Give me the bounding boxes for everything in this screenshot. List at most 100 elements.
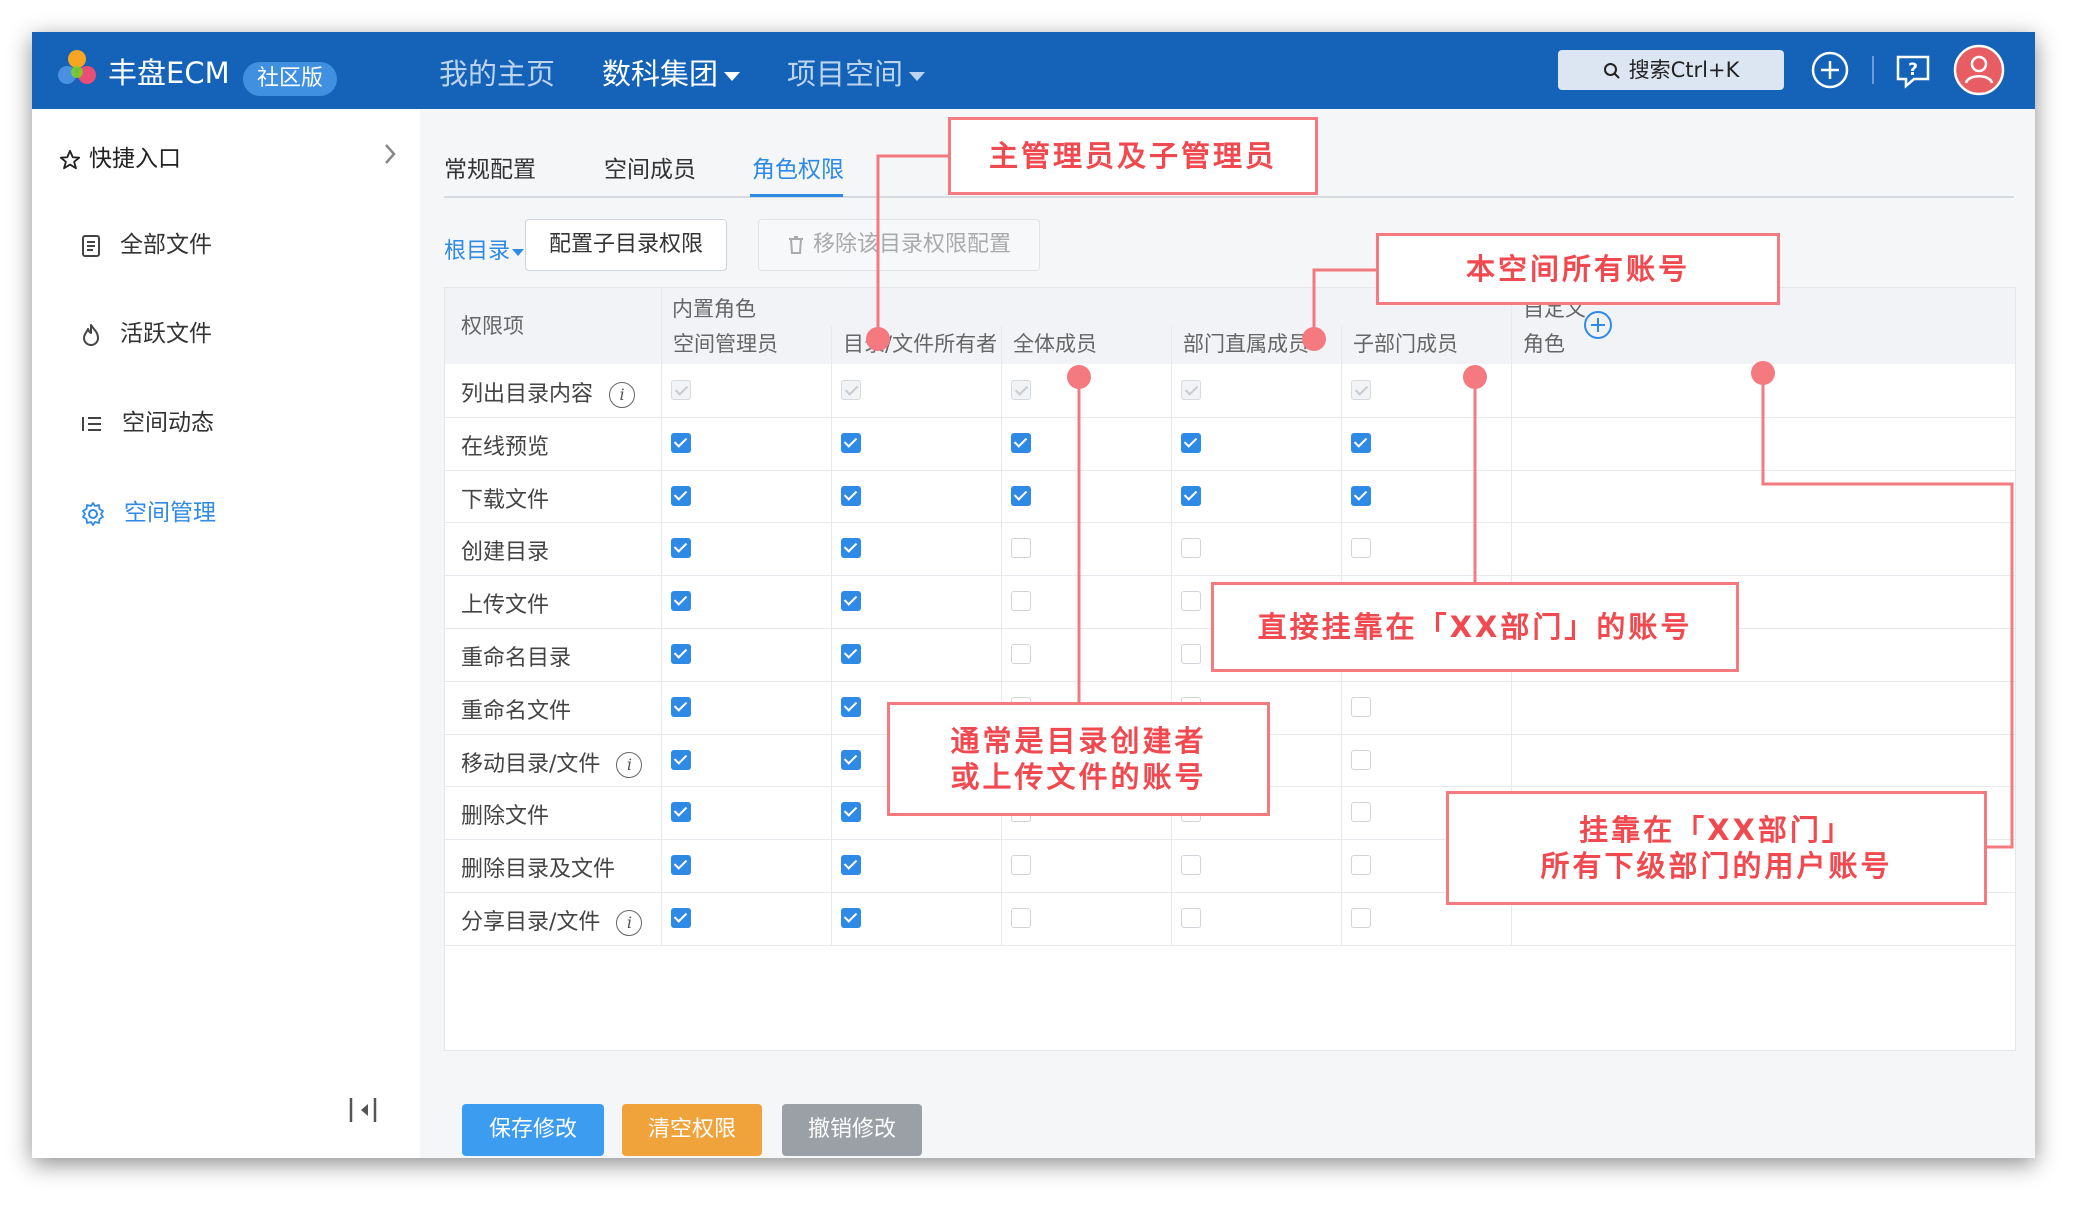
header-role-dept-members: 部门直属成员 [1183, 332, 1309, 356]
permission-checkbox[interactable] [1351, 855, 1371, 876]
permission-row-label: 创建目录 [461, 540, 550, 566]
permission-checkbox [1351, 380, 1371, 400]
trash-icon [788, 236, 803, 254]
permission-checkbox[interactable] [841, 696, 861, 717]
permission-checkbox[interactable] [1011, 644, 1031, 664]
info-icon[interactable]: i [616, 910, 643, 936]
nav-group[interactable]: 数科集团 [602, 51, 741, 93]
permission-checkbox[interactable] [1351, 749, 1371, 770]
permission-checkbox[interactable] [1011, 591, 1031, 612]
permission-checkbox[interactable] [1181, 538, 1201, 559]
permission-checkbox[interactable] [1011, 696, 1031, 717]
app-window: 丰盘ECM 社区版 我的主页 数科集团 项目空间 搜索Ctrl+K ? 快捷入口… [32, 32, 2035, 1158]
user-avatar-icon[interactable] [1953, 44, 2005, 96]
star-icon [59, 149, 81, 169]
quick-entry[interactable]: 快捷入口 [59, 139, 181, 173]
permission-checkbox[interactable] [1351, 432, 1371, 453]
permission-checkbox[interactable] [841, 908, 861, 928]
permission-checkbox[interactable] [1011, 538, 1031, 559]
permission-checkbox[interactable] [1351, 485, 1371, 506]
permission-checkbox[interactable] [841, 855, 861, 876]
permission-checkbox[interactable] [1181, 802, 1201, 823]
permission-checkbox[interactable] [671, 538, 691, 559]
chevron-down-icon [512, 248, 525, 256]
add-circle-icon[interactable] [1810, 50, 1850, 90]
brand-name[interactable]: 丰盘ECM [108, 50, 230, 92]
permission-checkbox[interactable] [1181, 696, 1201, 717]
permission-checkbox[interactable] [841, 802, 861, 823]
row-divider [445, 575, 2015, 577]
permission-checkbox[interactable] [671, 855, 691, 876]
sidebar-item-all-files[interactable]: 全部文件 [80, 225, 212, 259]
permission-checkbox[interactable] [671, 485, 691, 506]
permission-checkbox[interactable] [1011, 432, 1031, 453]
save-button[interactable]: 保存修改 [462, 1104, 604, 1156]
tab-role-permissions[interactable]: 角色权限 [752, 150, 844, 184]
config-subdir-button[interactable]: 配置子目录权限 [525, 219, 727, 271]
permission-checkbox[interactable] [1181, 855, 1201, 876]
info-icon[interactable]: i [609, 382, 636, 408]
collapse-sidebar-icon[interactable] [346, 1095, 380, 1125]
search-button[interactable]: 搜索Ctrl+K [1558, 50, 1784, 90]
row-divider [445, 628, 2015, 629]
root-directory-dropdown[interactable]: 根目录 [444, 233, 525, 265]
permission-checkbox[interactable] [671, 802, 691, 823]
sidebar-item-label: 空间动态 [122, 410, 214, 436]
permission-checkbox[interactable] [1351, 644, 1371, 664]
sidebar-item-label: 活跃文件 [120, 321, 212, 347]
permission-checkbox[interactable] [1351, 908, 1371, 928]
permission-checkbox[interactable] [841, 485, 861, 506]
permission-checkbox[interactable] [841, 432, 861, 453]
row-divider [445, 469, 2015, 471]
sidebar-item-active-files[interactable]: 活跃文件 [80, 314, 212, 348]
tab-members[interactable]: 空间成员 [604, 150, 696, 184]
permission-checkbox[interactable] [671, 432, 691, 453]
permission-checkbox[interactable] [1011, 908, 1031, 928]
help-icon[interactable]: ? [1894, 52, 1932, 90]
nav-my-home[interactable]: 我的主页 [439, 51, 555, 93]
tab-general[interactable]: 常规配置 [444, 150, 536, 184]
permission-checkbox[interactable] [1351, 802, 1371, 823]
permission-checkbox[interactable] [1181, 432, 1201, 453]
header-custom-role-line1: 自定义 [1523, 297, 1586, 321]
permission-checkbox[interactable] [841, 591, 861, 612]
permission-checkbox[interactable] [841, 644, 861, 664]
remove-config-button[interactable]: 移除该目录权限配置 [758, 219, 1040, 271]
chevron-down-icon [909, 71, 926, 81]
undo-button[interactable]: 撤销修改 [782, 1104, 922, 1156]
permission-checkbox[interactable] [671, 749, 691, 770]
permission-checkbox[interactable] [841, 749, 861, 770]
permission-checkbox[interactable] [841, 538, 861, 559]
permission-checkbox[interactable] [671, 591, 691, 612]
permission-checkbox [841, 380, 861, 400]
permission-checkbox[interactable] [671, 908, 691, 928]
chevron-right-icon[interactable] [382, 142, 398, 166]
header-role-admin: 空间管理员 [673, 332, 778, 356]
permission-checkbox[interactable] [1181, 485, 1201, 506]
permission-checkbox[interactable] [1011, 485, 1031, 506]
permission-checkbox[interactable] [1181, 591, 1201, 612]
nav-project-space[interactable]: 项目空间 [787, 51, 926, 93]
clear-permissions-button[interactable]: 清空权限 [622, 1104, 762, 1156]
permission-checkbox[interactable] [1181, 749, 1201, 770]
permission-row-label: 下载文件 [461, 487, 550, 513]
permissions-table: 权限项 内置角色 空间管理员 目录/文件所有者 全体成员 部门直属成员 子部门成… [444, 287, 2016, 1051]
tabs-divider [444, 196, 2014, 198]
permission-checkbox[interactable] [1011, 802, 1031, 823]
row-divider [445, 839, 2015, 841]
sidebar-item-space-management[interactable]: 空间管理 [80, 493, 216, 527]
add-custom-role-icon[interactable] [1582, 309, 1614, 341]
permission-checkbox[interactable] [1351, 696, 1371, 717]
info-icon[interactable]: i [616, 751, 643, 778]
permission-checkbox[interactable] [1011, 855, 1031, 876]
sidebar-item-space-activity[interactable]: 空间动态 [80, 403, 214, 437]
permission-checkbox[interactable] [1011, 749, 1031, 770]
permission-checkbox[interactable] [671, 644, 691, 664]
column-divider [1511, 288, 1512, 945]
permission-checkbox[interactable] [1181, 908, 1201, 928]
permission-checkbox[interactable] [671, 696, 691, 717]
permission-checkbox[interactable] [1351, 591, 1371, 612]
permission-checkbox[interactable] [1181, 644, 1201, 664]
quick-entry-label: 快捷入口 [89, 146, 181, 172]
permission-checkbox[interactable] [1351, 538, 1371, 559]
